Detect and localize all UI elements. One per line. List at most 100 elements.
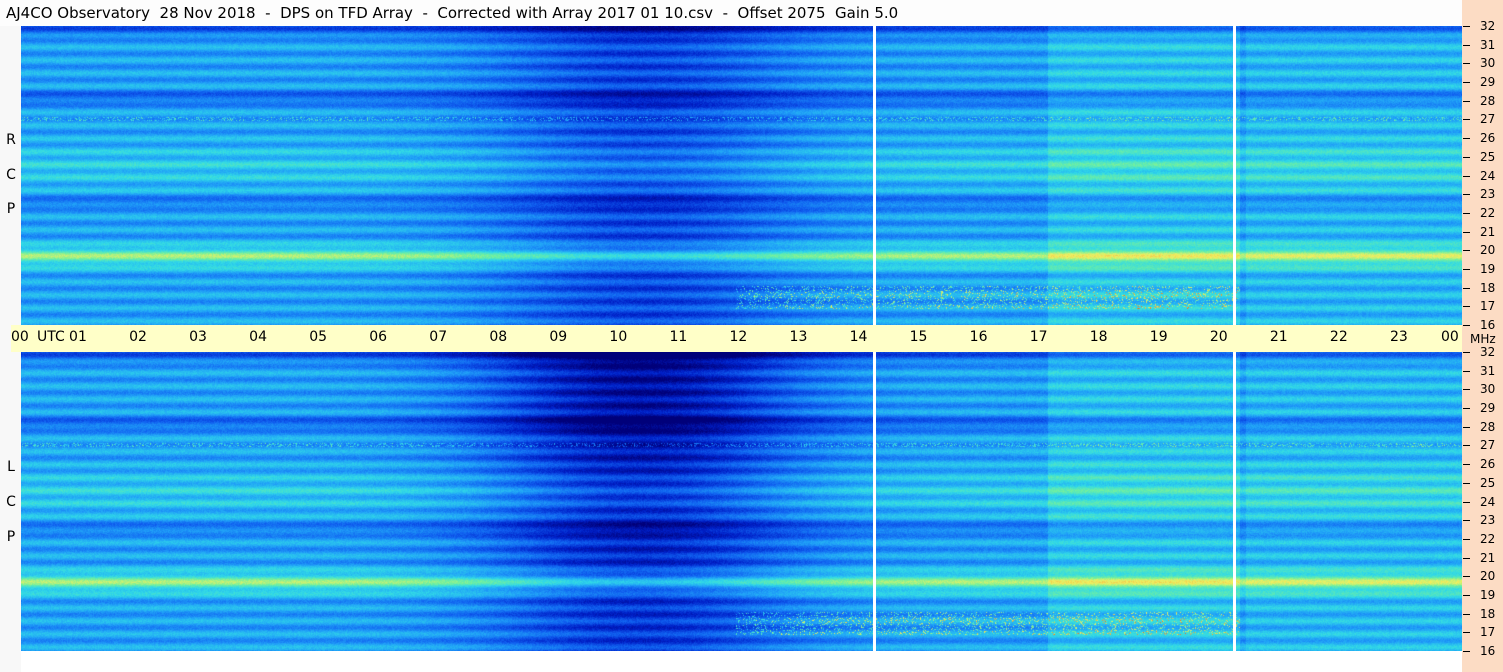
frequency-tick-label: 30 — [1480, 382, 1496, 396]
time-tick-label: 06 — [369, 329, 388, 345]
frequency-tick — [1463, 63, 1470, 64]
panel-label-letter: P — [6, 201, 16, 217]
frequency-tick — [1463, 483, 1470, 484]
frequency-tick-label: 24 — [1480, 169, 1496, 183]
panel-label-letter: P — [6, 529, 16, 545]
frequency-tick-label: 32 — [1480, 19, 1496, 33]
frequency-tick — [1463, 595, 1470, 596]
frequency-tick — [1463, 352, 1470, 353]
time-tick-label: 21 — [1269, 329, 1288, 345]
frequency-tick-label: 25 — [1480, 150, 1496, 164]
frequency-tick-label: 21 — [1480, 225, 1496, 239]
frequency-tick-label: 19 — [1480, 588, 1496, 602]
time-tick-label: 14 — [849, 329, 868, 345]
lcp-spectrogram — [21, 352, 1462, 651]
frequency-tick — [1463, 119, 1470, 120]
frequency-tick — [1463, 389, 1470, 390]
mhz-unit-label: MHz — [1470, 332, 1496, 346]
frequency-tick-label: 20 — [1480, 569, 1496, 583]
frequency-tick-label: 23 — [1480, 187, 1496, 201]
time-tick-label: 16 — [969, 329, 988, 345]
chart-title: AJ4CO Observatory 28 Nov 2018 - DPS on T… — [6, 4, 899, 22]
frequency-tick-label: 24 — [1480, 495, 1496, 509]
frequency-tick — [1463, 539, 1470, 540]
time-tick-label: 04 — [249, 329, 267, 345]
lcp-heatmap-canvas — [21, 352, 1462, 651]
frequency-tick — [1463, 194, 1470, 195]
data-gap-line — [1233, 26, 1236, 325]
frequency-tick — [1463, 45, 1470, 46]
frequency-tick — [1463, 250, 1470, 251]
time-tick-label: 05 — [309, 329, 328, 345]
frequency-tick — [1463, 306, 1470, 307]
frequency-tick — [1463, 651, 1470, 652]
frequency-tick — [1463, 427, 1470, 428]
frequency-tick — [1463, 138, 1470, 139]
frequency-tick-label: 31 — [1480, 364, 1496, 378]
frequency-tick-label: 17 — [1480, 625, 1496, 639]
frequency-tick-label: 18 — [1480, 607, 1496, 621]
utc-label: UTC — [37, 329, 65, 345]
time-tick-label: 19 — [1149, 329, 1168, 345]
frequency-tick-label: 22 — [1480, 206, 1496, 220]
data-gap-line — [873, 352, 876, 651]
data-gap-line — [873, 26, 876, 325]
frequency-tick-label: 27 — [1480, 438, 1496, 452]
frequency-tick — [1463, 26, 1470, 27]
rcp-spectrogram — [21, 26, 1462, 325]
frequency-tick — [1463, 371, 1470, 372]
panel-label-letter: C — [6, 167, 16, 183]
frequency-tick — [1463, 325, 1470, 326]
frequency-tick — [1463, 614, 1470, 615]
frequency-tick — [1463, 408, 1470, 409]
time-tick-label: 09 — [549, 329, 568, 345]
frequency-tick-label: 32 — [1480, 345, 1496, 359]
frequency-tick-label: 20 — [1480, 243, 1496, 257]
frequency-tick-label: 26 — [1480, 457, 1496, 471]
frequency-tick-label: 26 — [1480, 131, 1496, 145]
frequency-tick-label: 22 — [1480, 532, 1496, 546]
frequency-tick — [1463, 269, 1470, 270]
frequency-tick-label: 30 — [1480, 56, 1496, 70]
time-tick-label: 00 — [1441, 329, 1459, 345]
time-tick-label: 07 — [429, 329, 448, 345]
frequency-tick-label: 16 — [1480, 644, 1496, 658]
frequency-tick — [1463, 520, 1470, 521]
frequency-tick-label: 23 — [1480, 513, 1496, 527]
time-tick-label: 12 — [729, 329, 748, 345]
frequency-tick-label: 17 — [1480, 299, 1496, 313]
frequency-tick-label: 27 — [1480, 112, 1496, 126]
time-tick-label: 03 — [189, 329, 207, 345]
frequency-tick — [1463, 576, 1470, 577]
time-tick-label: 15 — [909, 329, 928, 345]
panel-label-letter: R — [6, 132, 16, 148]
frequency-tick-label: 25 — [1480, 476, 1496, 490]
time-tick-label: 11 — [669, 329, 688, 345]
panel-label-letter: L — [7, 459, 15, 475]
frequency-tick — [1463, 502, 1470, 503]
time-tick-label: 01 — [69, 329, 87, 345]
time-tick-label: 20 — [1209, 329, 1228, 345]
time-tick-label: 00 — [11, 329, 29, 345]
frequency-tick — [1463, 445, 1470, 446]
time-tick-label: 23 — [1389, 329, 1408, 345]
frequency-tick — [1463, 82, 1470, 83]
time-tick-label: 18 — [1089, 329, 1108, 345]
panel-label-letter: C — [6, 494, 16, 510]
time-tick-label: 13 — [789, 329, 808, 345]
frequency-tick — [1463, 464, 1470, 465]
frequency-tick — [1463, 632, 1470, 633]
frequency-tick — [1463, 157, 1470, 158]
frequency-tick-label: 28 — [1480, 94, 1496, 108]
frequency-tick-label: 29 — [1480, 401, 1496, 415]
frequency-tick — [1463, 176, 1470, 177]
time-tick-label: 22 — [1329, 329, 1348, 345]
frequency-tick — [1463, 101, 1470, 102]
frequency-tick-label: 16 — [1480, 318, 1496, 332]
time-tick-label: 17 — [1029, 329, 1048, 345]
frequency-tick — [1463, 213, 1470, 214]
time-tick-label: 02 — [129, 329, 147, 345]
frequency-tick-label: 31 — [1480, 38, 1496, 52]
frequency-tick — [1463, 232, 1470, 233]
frequency-tick-label: 29 — [1480, 75, 1496, 89]
